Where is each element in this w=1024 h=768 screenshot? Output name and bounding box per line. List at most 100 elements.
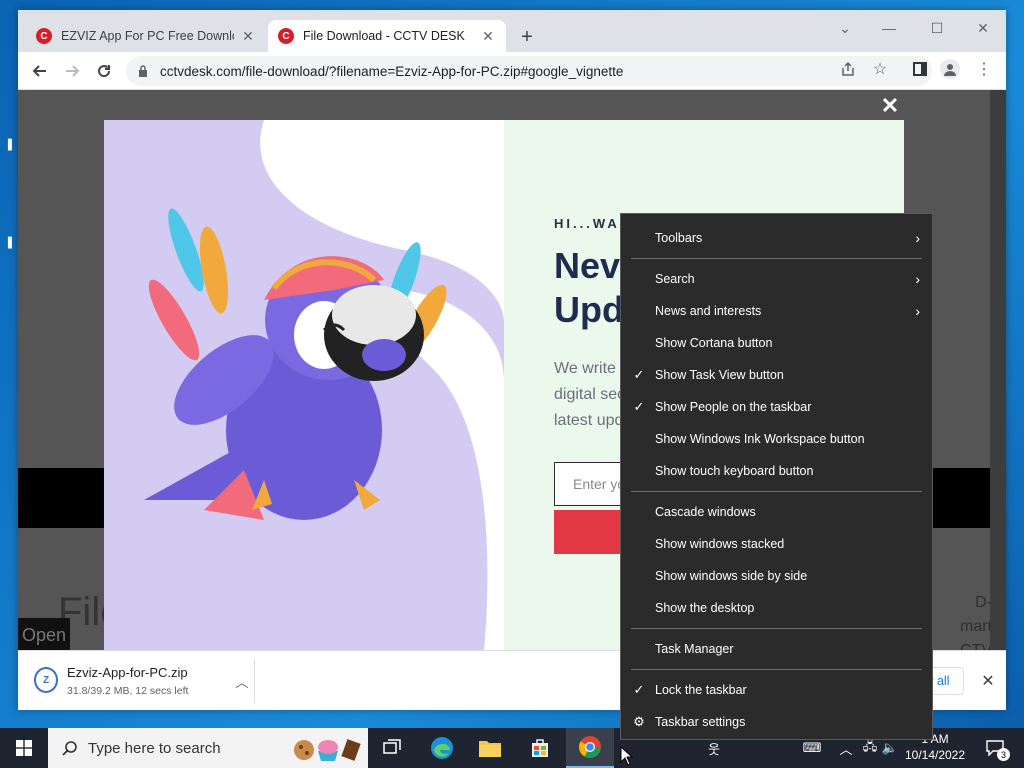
maximize-button[interactable]: ☐ [914,14,960,42]
menu-item-show-cortana-button[interactable]: Show Cortana button [621,327,932,359]
task-view-icon[interactable] [368,728,416,768]
menu-item-show-windows-side-by-side[interactable]: Show windows side by side [621,560,932,592]
tab-file-download[interactable]: C File Download - CCTV DESK ✕ [268,20,506,52]
open-label[interactable]: Open [18,618,70,650]
chevron-right-icon: › [915,303,920,319]
bookmark-star-icon[interactable]: ☆ [870,59,890,79]
url-text: cctvdesk.com/file-download/?filename=Ezv… [160,63,624,79]
search-highlight-image [294,739,361,761]
desktop-icon-fragment[interactable]: ▐ [4,140,18,154]
minimize-button[interactable]: — [866,14,912,42]
parrot-illustration [144,120,504,650]
tab-close-icon[interactable]: ✕ [240,28,256,44]
download-status: 31.8/39.2 MB, 12 secs left [67,685,189,697]
tab-ezviz[interactable]: C EZVIZ App For PC Free Download ✕ [26,20,266,52]
tab-title: File Download - CCTV DESK [303,29,465,43]
reload-button[interactable] [92,59,116,83]
keyboard-icon[interactable]: ⌨ [800,738,824,758]
side-panel-icon[interactable] [910,59,930,79]
chevron-up-icon[interactable]: ︿ [234,673,250,690]
menu-item-news-and-interests[interactable]: News and interests › [621,295,932,327]
menu-item-label: Show People on the taskbar [655,400,812,414]
taskbar-context-menu: Toolbars › Search › News and interests ›… [620,213,933,740]
menu-item-show-touch-keyboard[interactable]: Show touch keyboard button [621,455,932,487]
people-icon[interactable]: 웃 [704,738,724,758]
menu-item-label: News and interests [655,304,762,318]
menu-item-label: Show the desktop [655,601,755,615]
menu-item-label: Search [655,272,695,286]
download-bar-close-icon[interactable]: ✕ [978,671,998,691]
site-favicon-icon: C [278,28,294,44]
menu-item-taskbar-settings[interactable]: ⚙ Taskbar settings [621,706,932,738]
clock-date: 10/14/2022 [904,748,966,762]
email-placeholder: Enter yo [573,476,626,492]
page-text-dimmed: CTV [960,642,992,650]
menu-item-task-manager[interactable]: Task Manager [621,633,932,665]
menu-item-lock-the-taskbar[interactable]: ✓ Lock the taskbar [621,674,932,706]
menu-item-label: Show Windows Ink Workspace button [655,432,865,446]
tab-search-chevron-icon[interactable]: ⌄ [822,14,868,42]
network-icon[interactable]: 🖧 [860,738,880,758]
checkmark-icon: ✓ [633,682,645,697]
menu-item-label: Show touch keyboard button [655,464,814,478]
download-item[interactable]: Z Ezviz-App-for-PC.zip 31.8/39.2 MB, 12 … [30,659,254,703]
taskbar-search-box[interactable]: Type here to search [48,728,368,768]
menu-item-toolbars[interactable]: Toolbars › [621,222,932,254]
mouse-cursor-icon [620,746,634,766]
menu-item-label: Task Manager [655,642,734,656]
edge-browser-icon[interactable] [418,728,466,768]
checkmark-icon: ✓ [633,367,645,382]
lock-icon[interactable] [138,65,148,77]
close-window-button[interactable]: ✕ [960,14,1006,42]
search-icon [62,741,77,756]
menu-item-show-task-view-button[interactable]: ✓ Show Task View button [621,359,932,391]
address-bar[interactable]: cctvdesk.com/file-download/?filename=Ezv… [126,56,932,86]
checkmark-icon: ✓ [633,399,645,414]
volume-icon[interactable]: 🔈 [880,738,900,758]
tab-title: EZVIZ App For PC Free Download [61,29,234,43]
menu-item-label: Taskbar settings [655,715,746,729]
forward-button[interactable] [60,59,84,83]
start-button[interactable] [0,728,48,768]
back-button[interactable] [28,59,52,83]
share-icon[interactable] [838,59,858,79]
tab-close-icon[interactable]: ✕ [480,28,496,44]
menu-item-cascade-windows[interactable]: Cascade windows [621,496,932,528]
menu-item-label: Show Task View button [655,368,784,382]
menu-item-label: Cascade windows [655,505,756,519]
modal-paragraph-line: We write e [554,360,630,377]
menu-item-search[interactable]: Search › [621,263,932,295]
chrome-icon[interactable] [566,728,614,768]
menu-item-show-windows-stacked[interactable]: Show windows stacked [621,528,932,560]
search-placeholder: Type here to search [88,739,221,757]
menu-item-label: Toolbars [655,231,703,245]
gear-icon: ⚙ [633,714,645,729]
windows-logo-icon [16,740,32,756]
profile-avatar-icon[interactable] [940,59,960,79]
page-scrollbar[interactable] [990,90,1006,650]
menu-item-label: Show windows stacked [655,537,785,551]
modal-close-icon[interactable]: ✕ [880,93,900,118]
modal-headline-line: Nev [554,245,621,286]
menu-item-show-the-desktop[interactable]: Show the desktop [621,592,932,624]
new-tab-button[interactable]: + [514,24,540,50]
notifications-icon[interactable]: 3 [982,738,1010,761]
notification-count-badge: 3 [997,748,1010,761]
menu-separator [631,628,922,629]
browser-toolbar: cctvdesk.com/file-download/?filename=Ezv… [18,52,1006,90]
tab-strip: C EZVIZ App For PC Free Download ✕ C Fil… [18,10,1006,52]
modal-paragraph: We write e digital sec latest upd [554,356,629,434]
store-icon[interactable] [516,728,564,768]
menu-item-show-people[interactable]: ✓ Show People on the taskbar [621,391,932,423]
menu-item-label: Show Cortana button [655,336,773,350]
modal-illustration-panel [104,120,504,650]
modal-paragraph-line: digital sec [554,386,626,403]
download-file-name: Ezviz-App-for-PC.zip [67,665,188,680]
desktop-icon-fragment[interactable]: ▐ [4,238,18,252]
modal-paragraph-line: latest upd [554,412,624,429]
file-explorer-icon[interactable] [466,728,514,768]
chevron-up-icon[interactable]: ︿ [836,738,856,758]
menu-kebab-icon[interactable]: ⋮ [974,59,994,79]
menu-item-show-ink-workspace[interactable]: Show Windows Ink Workspace button [621,423,932,455]
download-divider [254,659,255,703]
